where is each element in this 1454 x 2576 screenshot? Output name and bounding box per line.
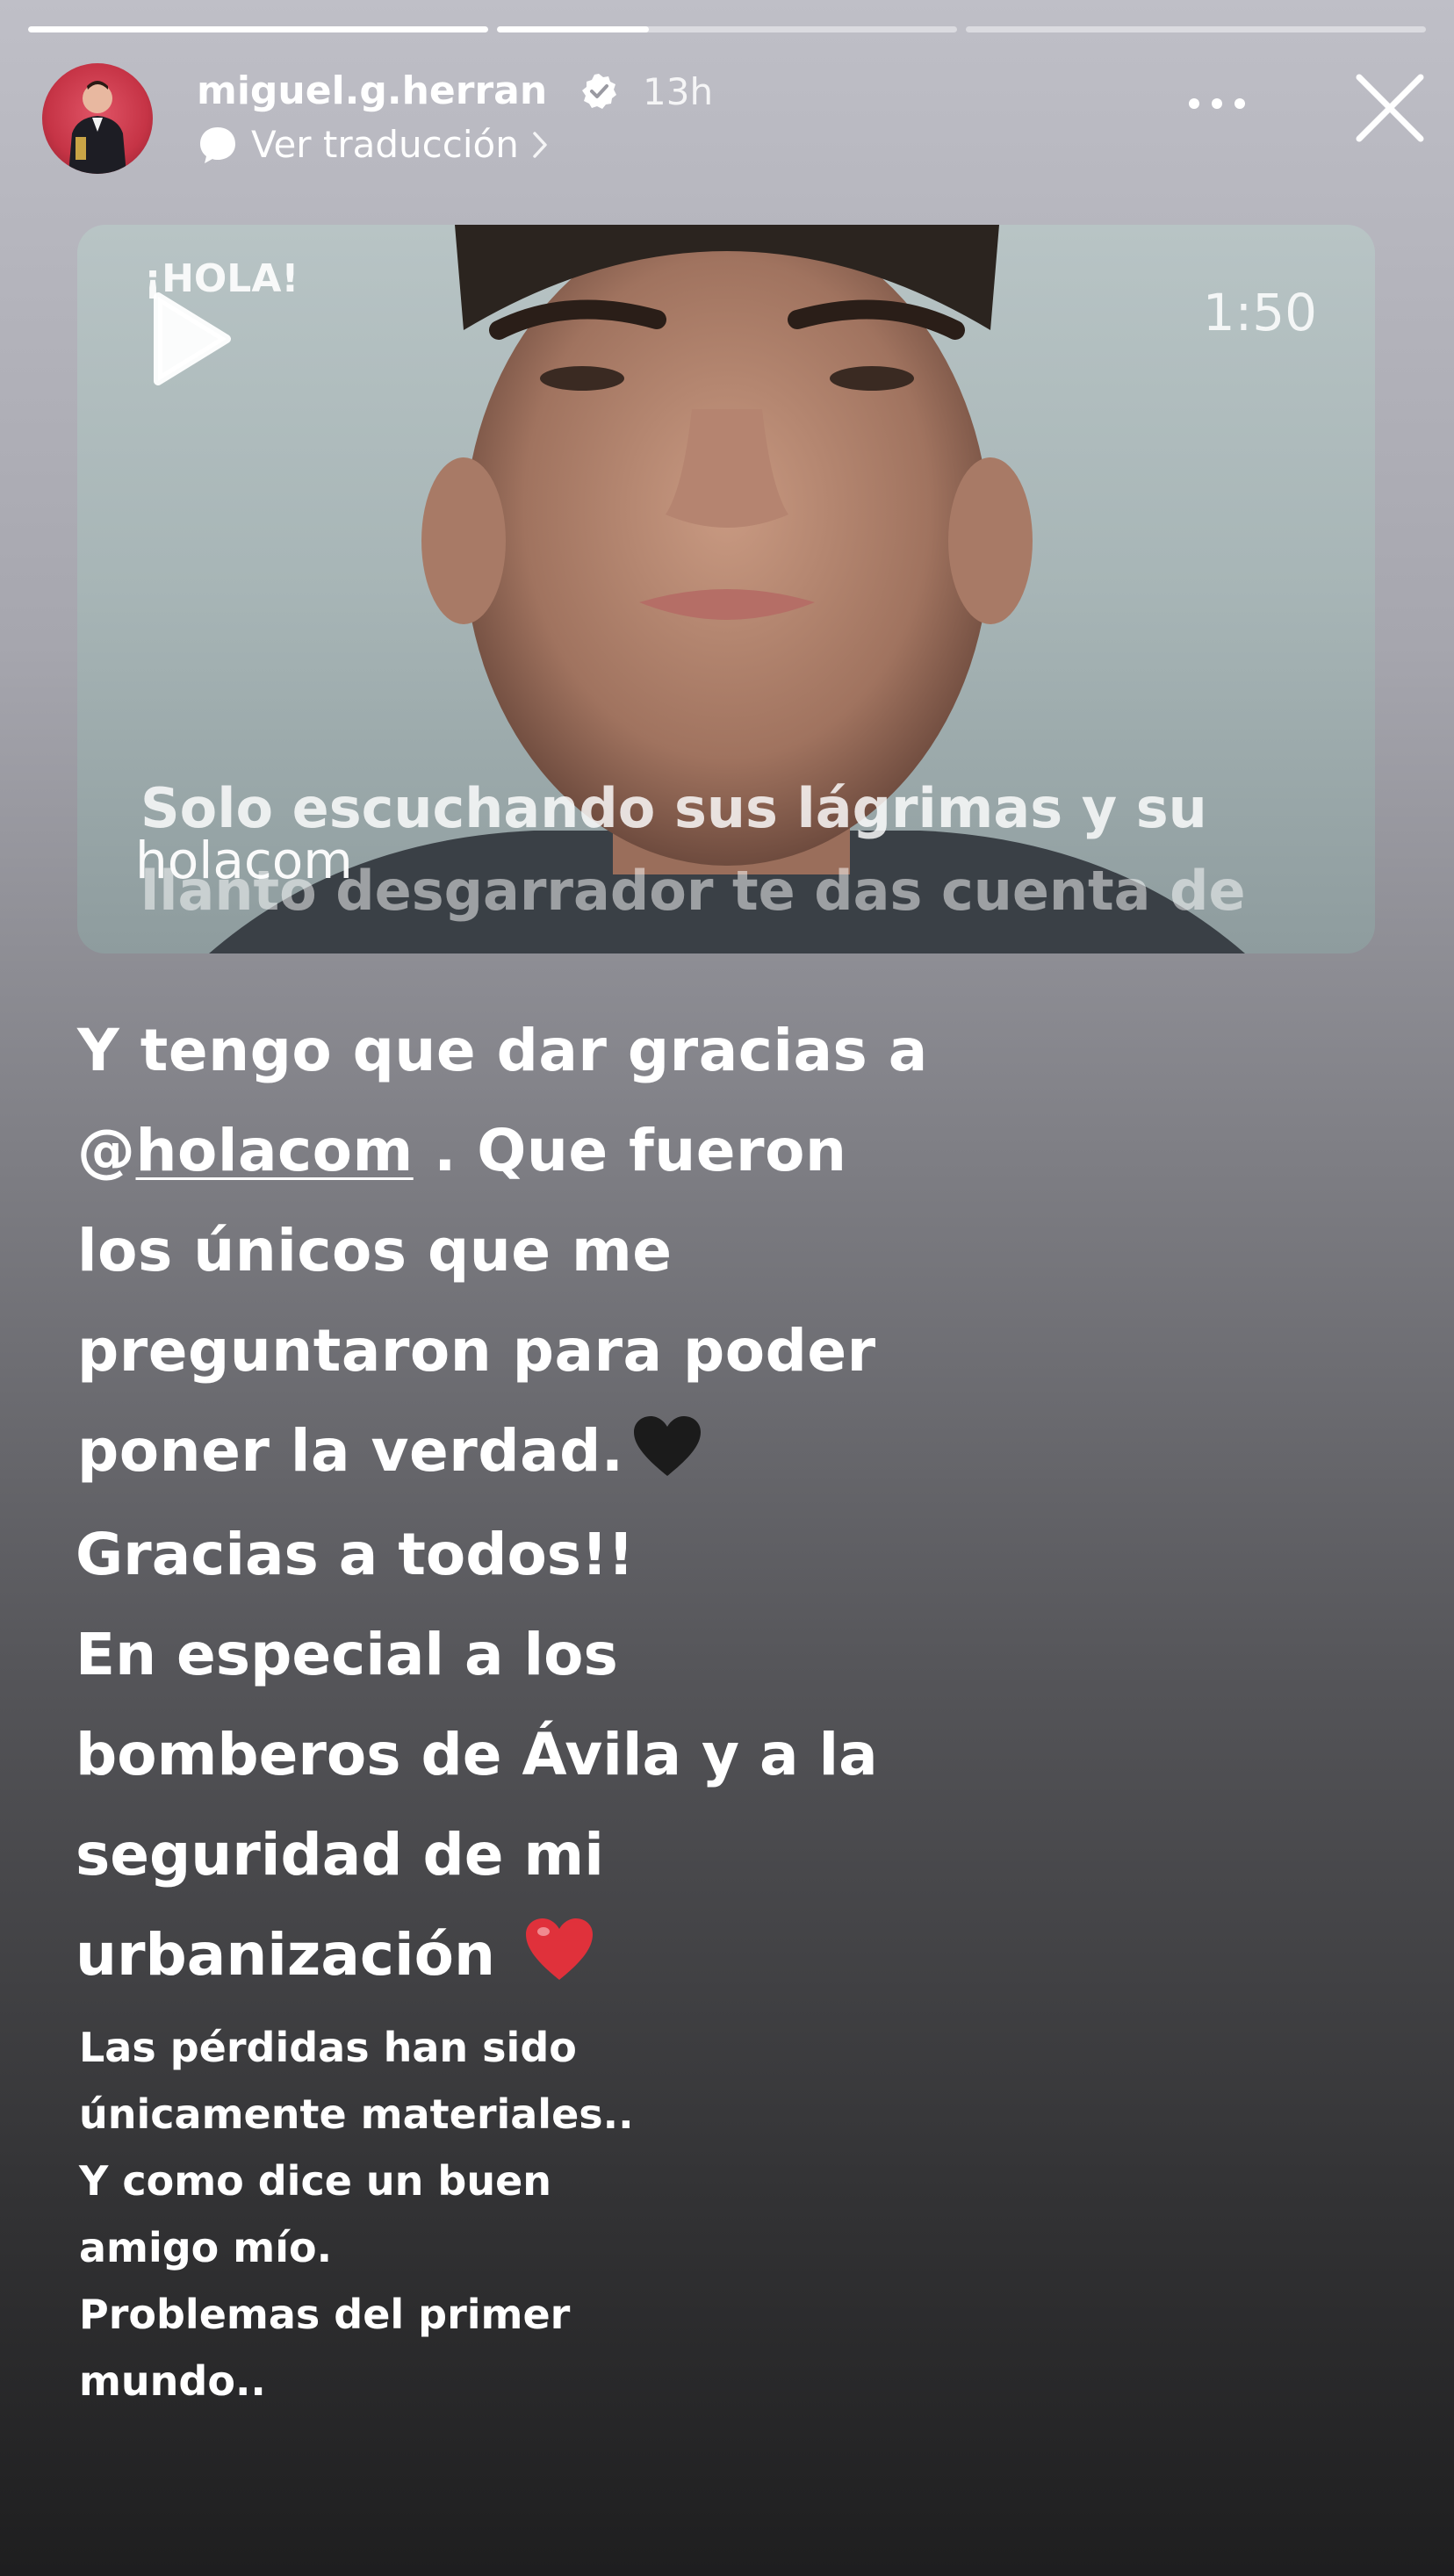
post-time: 13h bbox=[643, 70, 714, 113]
story-progress bbox=[28, 26, 1426, 32]
text-fragment: . Que fueron bbox=[413, 1117, 847, 1184]
text-line: bomberos de Ávila y a la bbox=[76, 1721, 878, 1788]
progress-segment-1 bbox=[28, 26, 488, 32]
story-text-block-3: Las pérdidas han sido únicamente materia… bbox=[79, 2014, 634, 2414]
story-text-block-1: Y tengo que dar gracias a @holacom . Que… bbox=[77, 1001, 928, 1501]
text-line: preguntaron para poder bbox=[77, 1317, 876, 1385]
text-line: amigo mío. bbox=[79, 2224, 333, 2271]
close-icon[interactable] bbox=[1354, 72, 1426, 144]
text-line: Y tengo que dar gracias a bbox=[77, 1017, 928, 1084]
text-line: Las pérdidas han sido bbox=[79, 2024, 577, 2071]
text-line: @holacom . Que fueron bbox=[77, 1101, 928, 1201]
progress-fill-1 bbox=[28, 26, 488, 32]
avatar-person-icon bbox=[68, 81, 126, 174]
text-line: mundo.. bbox=[79, 2357, 266, 2405]
more-options-icon[interactable] bbox=[1182, 86, 1252, 121]
speech-bubble-icon bbox=[200, 126, 235, 163]
text-fragment: urbanización bbox=[76, 1921, 515, 1989]
avatar[interactable] bbox=[42, 63, 153, 174]
translate-button[interactable]: Ver traducción bbox=[197, 123, 549, 166]
text-fragment: poner la verdad. bbox=[77, 1417, 624, 1485]
red-heart-icon bbox=[525, 1918, 593, 1980]
text-line: Y como dice un buen bbox=[79, 2157, 552, 2205]
text-line: poner la verdad. bbox=[77, 1401, 928, 1501]
text-line: Problemas del primer bbox=[79, 2291, 571, 2338]
progress-segment-3 bbox=[966, 26, 1426, 32]
chevron-right-icon bbox=[533, 131, 547, 158]
text-line: seguridad de mi bbox=[76, 1821, 604, 1889]
play-icon[interactable] bbox=[142, 286, 239, 392]
progress-fill-2 bbox=[497, 26, 649, 32]
mention-link[interactable]: holacom bbox=[136, 1117, 414, 1184]
text-line: los únicos que me bbox=[77, 1217, 673, 1284]
shared-video-post[interactable]: ¡HOLA! 1:50 Solo escuchando sus lágrimas… bbox=[77, 225, 1375, 953]
text-line: urbanización bbox=[76, 1905, 878, 2005]
translate-label: Ver traducción bbox=[251, 123, 519, 166]
verified-badge-icon bbox=[582, 74, 616, 109]
text-line: En especial a los bbox=[76, 1621, 618, 1688]
text-line: Gracias a todos!! bbox=[76, 1521, 635, 1588]
progress-segment-2 bbox=[497, 26, 957, 32]
video-source-watermark: holacom bbox=[135, 831, 353, 890]
story-text-block-2: Gracias a todos!! En especial a los bomb… bbox=[76, 1505, 878, 2005]
black-heart-icon bbox=[634, 1416, 702, 1476]
username[interactable]: miguel.g.herran bbox=[197, 68, 547, 113]
text-line: únicamente materiales.. bbox=[79, 2090, 634, 2138]
story-header: miguel.g.herran 13h Ver traducción bbox=[42, 63, 1426, 177]
at-sign: @ bbox=[77, 1117, 136, 1184]
video-duration: 1:50 bbox=[1202, 283, 1317, 342]
